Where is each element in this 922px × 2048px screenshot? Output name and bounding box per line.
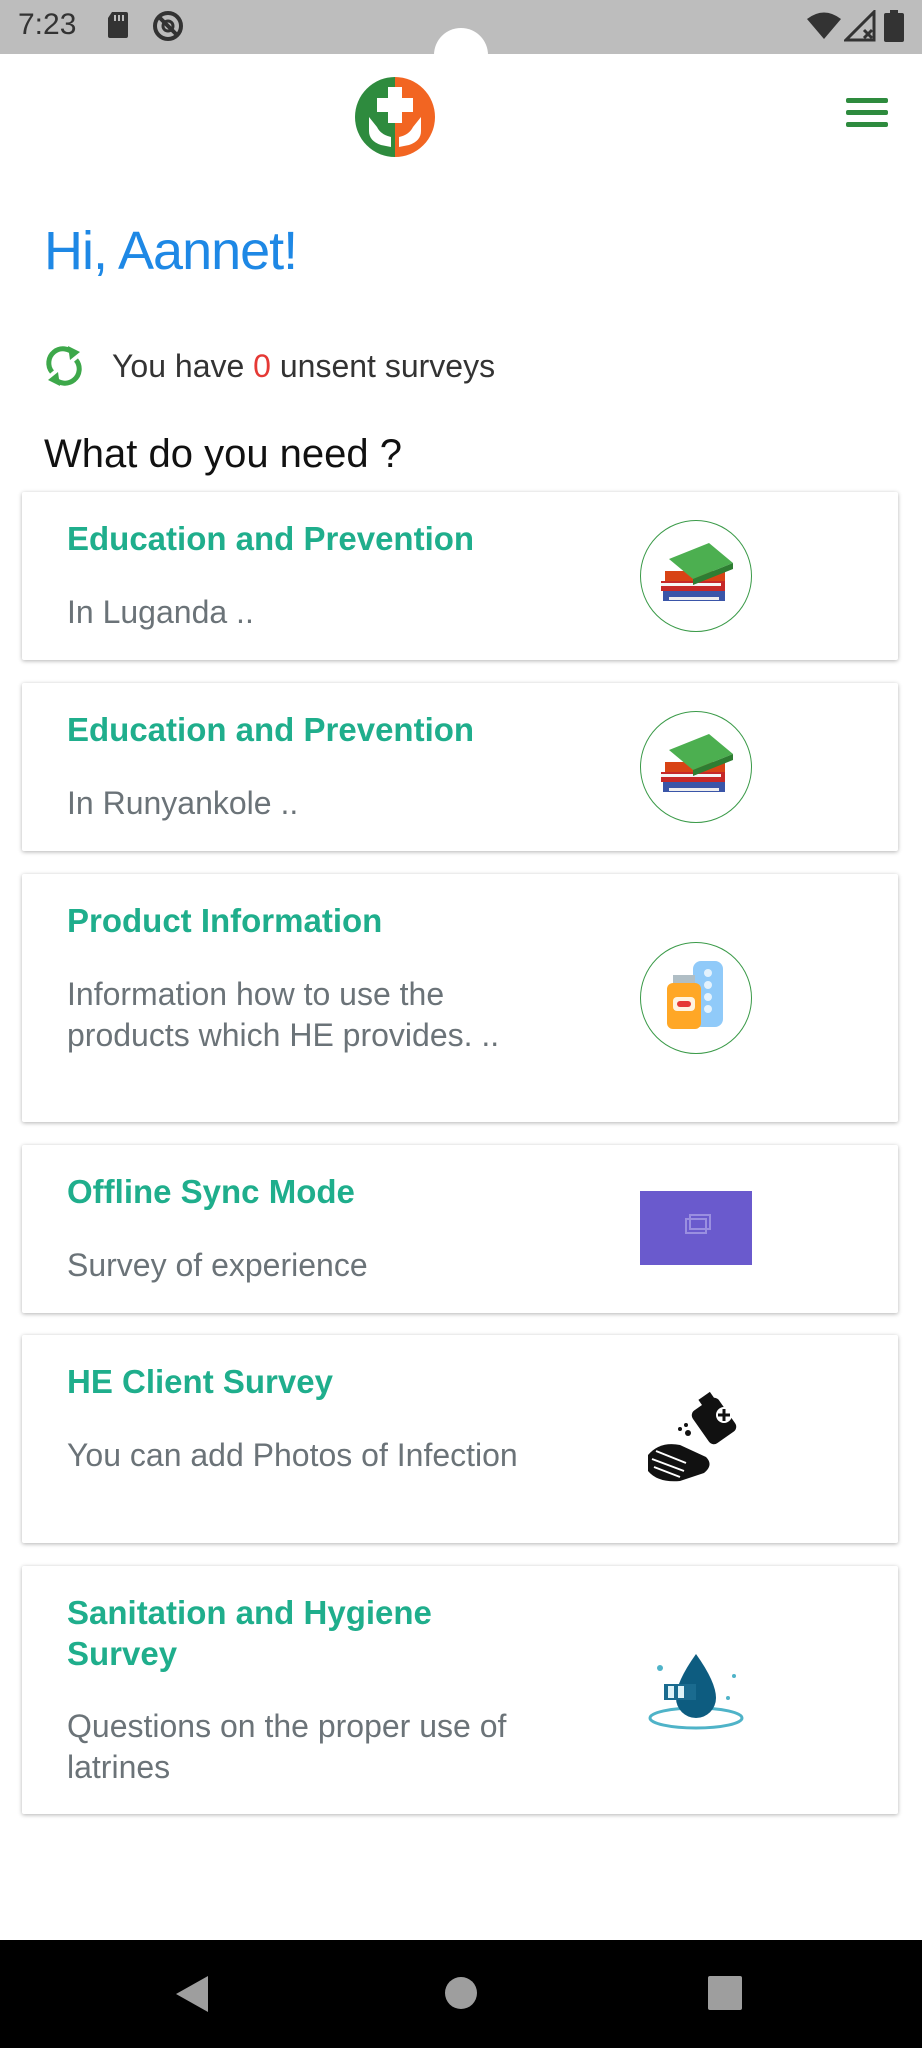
unsent-surveys-text: You have 0 unsent surveys [112,348,495,385]
hamburger-menu-icon[interactable] [846,98,888,134]
card-title: Product Information [67,902,383,939]
health-hands-logo-icon [355,77,435,157]
card-description: Information how to use the products whic… [67,976,500,1053]
card-title: Education and Prevention [67,520,475,557]
card-description: In Runyankole .. [67,785,299,821]
card-title: HE Client Survey [67,1363,333,1400]
card-description: In Luganda .. [67,594,254,630]
recents-square-icon[interactable] [708,1976,742,2010]
section-title: What do you need ? [44,432,403,476]
unsent-count: 0 [253,348,271,384]
sync-icon[interactable] [44,342,84,390]
card-he-client-survey[interactable]: HE Client Survey You can add Photos of I… [22,1335,898,1543]
do-not-disturb-icon [153,11,183,41]
card-description: Survey of experience [67,1247,368,1283]
wifi-icon [807,12,841,39]
books-icon [640,520,752,632]
status-time: 7:23 [18,8,77,41]
signal-icon [844,10,876,42]
hand-sanitizer-icon [640,1385,752,1497]
card-description: Questions on the proper use of latrines [67,1708,507,1785]
medicine-bottle-icon [640,942,752,1054]
unsent-prefix: You have [112,348,245,384]
card-offline-sync-mode[interactable]: Offline Sync Mode Survey of experience [22,1145,898,1313]
unsent-suffix: unsent surveys [279,348,496,384]
card-sanitation-hygiene-survey[interactable]: Sanitation and Hygiene Survey Questions … [22,1566,898,1814]
image-placeholder-icon [640,1191,752,1265]
books-icon [640,711,752,823]
unsent-surveys-row[interactable]: You have 0 unsent surveys [44,340,844,392]
card-title: Education and Prevention [67,711,475,748]
water-drop-icon [640,1646,752,1736]
card-education-luganda[interactable]: Education and Prevention In Luganda .. [22,492,898,660]
app-header [0,54,922,174]
card-product-information[interactable]: Product Information Information how to u… [22,874,898,1122]
card-title: Offline Sync Mode [67,1173,355,1210]
card-title: Sanitation and Hygiene Survey [67,1594,432,1672]
system-navigation-bar [0,1940,922,2048]
greeting-title: Hi, Aannet! [44,221,298,281]
home-circle-icon[interactable] [444,1976,478,2010]
sd-card-icon [108,12,128,38]
card-description: You can add Photos of Infection [67,1437,518,1473]
back-triangle-icon[interactable] [174,1974,210,2014]
card-education-runyankole[interactable]: Education and Prevention In Runyankole .… [22,683,898,851]
battery-icon [884,10,904,42]
